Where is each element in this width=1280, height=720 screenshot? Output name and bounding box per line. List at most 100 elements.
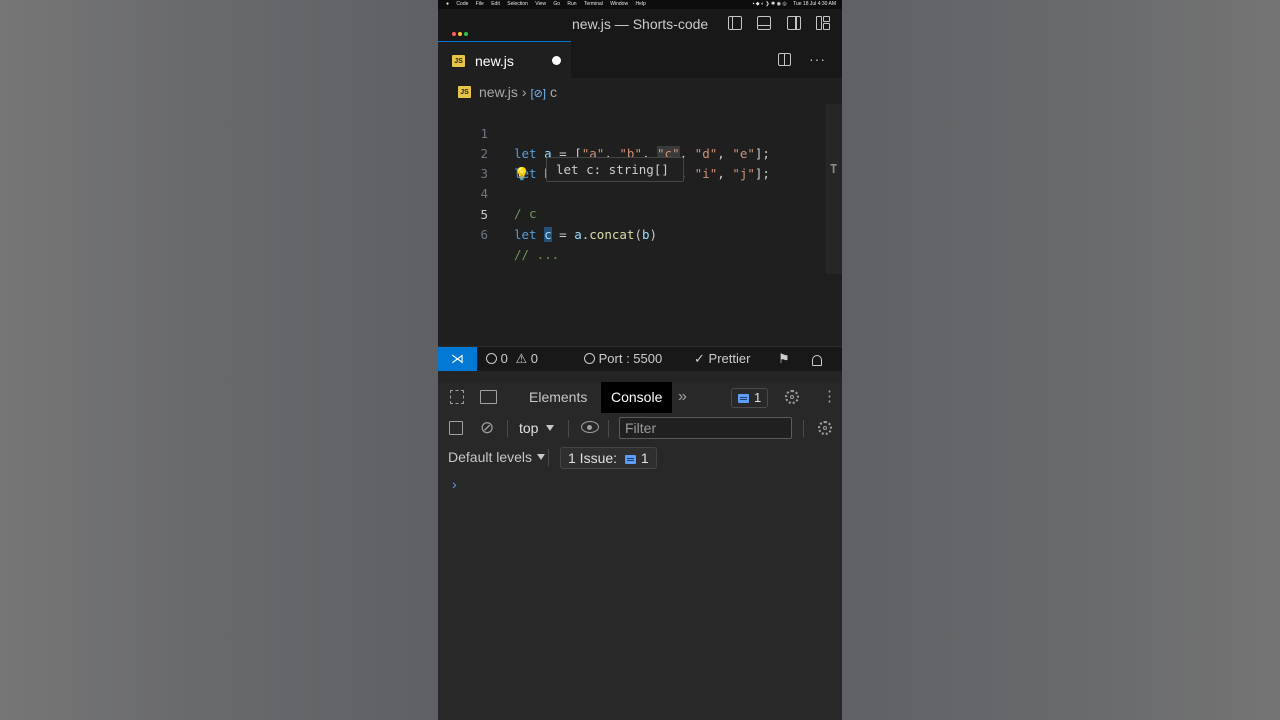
- log-levels-dropdown[interactable]: Default levels: [448, 449, 546, 465]
- tab-elements[interactable]: Elements: [519, 382, 597, 413]
- toggle-panel-icon[interactable]: [757, 16, 772, 30]
- code-text[interactable]: let c = a.concat(b): [514, 225, 657, 245]
- menu-run[interactable]: Run: [567, 0, 576, 9]
- js-file-icon: JS: [452, 55, 465, 67]
- kebab-menu-icon[interactable]: ⋮: [822, 389, 837, 404]
- menubar-status-area: ▪ ◆ ◐ ❯ ✱ ◉ ◎ Tue 18 Jul 4:30 AM: [748, 0, 836, 9]
- background-right: [842, 0, 1280, 720]
- menu-edit[interactable]: Edit: [491, 0, 500, 9]
- live-expression-eye-icon[interactable]: [581, 421, 599, 433]
- remote-indicator-icon[interactable]: ⋊: [438, 347, 477, 371]
- console-toolbar: ⊘ top Filter: [438, 413, 842, 443]
- overview-ruler[interactable]: [826, 104, 842, 274]
- settings-gear-icon[interactable]: [785, 390, 799, 407]
- menu-file[interactable]: File: [476, 0, 484, 9]
- bell-icon[interactable]: [812, 353, 822, 368]
- issue-icon: [738, 394, 749, 403]
- issue-icon: [624, 455, 636, 464]
- close-window-button[interactable]: [452, 32, 456, 36]
- disabled-icon: [584, 353, 595, 364]
- code-line[interactable]: 1 let a = ["a", "b", "c", "d", "e"];: [438, 104, 828, 161]
- tab-console[interactable]: Console: [601, 382, 673, 413]
- editor-actions: ···: [778, 52, 826, 68]
- issues-button[interactable]: 1 Issue: 1: [560, 447, 657, 469]
- issues-badge[interactable]: 1: [731, 388, 769, 408]
- feedback-icon[interactable]: ⚑: [778, 351, 790, 367]
- code-line[interactable]: 2 let b = ["f", "g", "h", "i", "j"];: [438, 124, 828, 181]
- maximize-window-button[interactable]: [464, 32, 468, 36]
- device-toolbar-icon[interactable]: [480, 390, 497, 404]
- line-number: 6: [480, 227, 488, 242]
- window-title: new.js — Shorts-code: [572, 16, 709, 32]
- menu-code[interactable]: Code: [456, 0, 468, 9]
- breadcrumb: JS new.js › [⊘] c: [458, 84, 557, 102]
- title-bar: new.js — Shorts-code: [438, 9, 842, 42]
- console-levels-bar: Default levels 1 Issue: 1: [438, 443, 842, 473]
- toolbar-divider: [507, 420, 508, 437]
- inspect-element-icon[interactable]: [450, 390, 464, 404]
- code-text[interactable]: // ...: [514, 245, 559, 265]
- warning-icon: ⚠: [515, 351, 528, 366]
- layout-controls: [717, 16, 830, 34]
- issues-button-count: 1: [640, 450, 649, 466]
- code-editor[interactable]: 1 let a = ["a", "b", "c", "d", "e"]; 2 l…: [438, 104, 842, 344]
- chevron-right-icon: ›: [521, 84, 527, 100]
- error-icon: [486, 353, 497, 364]
- issues-button-label: 1 Issue:: [568, 450, 618, 466]
- tab-label: new.js: [475, 53, 514, 69]
- breadcrumb-file[interactable]: new.js: [479, 84, 518, 100]
- split-editor-icon[interactable]: [778, 53, 792, 66]
- editor-tab-bar: JS new.js ···: [438, 41, 842, 78]
- more-actions-icon[interactable]: ···: [809, 52, 826, 66]
- window-controls: [452, 23, 470, 41]
- console-filter-input[interactable]: Filter: [619, 417, 792, 439]
- minimap-marker: T: [830, 162, 838, 176]
- menu-terminal[interactable]: Terminal: [584, 0, 603, 9]
- menu-help[interactable]: Help: [635, 0, 645, 9]
- context-selector[interactable]: top: [519, 420, 555, 436]
- toggle-primary-sidebar-icon[interactable]: [727, 16, 742, 30]
- tab-new-js[interactable]: JS new.js: [438, 41, 571, 78]
- status-bar: ⋊ 0 ⚠ 0 Port : 5500 ✓ Prettier ⚑: [438, 346, 842, 371]
- code-line[interactable]: 6 // ...: [438, 205, 828, 262]
- clear-console-icon[interactable]: ⊘: [480, 418, 494, 438]
- devtools-window-bar: [438, 371, 842, 387]
- more-tabs-icon[interactable]: »: [678, 388, 687, 406]
- live-server-port[interactable]: Port : 5500: [584, 351, 662, 366]
- menu-window[interactable]: Window: [610, 0, 628, 9]
- toolbar-divider: [803, 420, 804, 437]
- breadcrumb-symbol[interactable]: c: [550, 84, 557, 100]
- devtools-tab-bar: Elements Console » 1 ⋮: [438, 382, 842, 414]
- prettier-label: Prettier: [708, 351, 751, 366]
- status-icons[interactable]: ▪ ◆ ◐ ❯ ✱ ◉ ◎: [753, 1, 787, 7]
- js-file-icon: JS: [458, 86, 471, 99]
- hover-tooltip: let c: string[]: [546, 157, 684, 182]
- toggle-secondary-sidebar-icon[interactable]: [786, 16, 801, 30]
- check-icon: ✓: [694, 351, 705, 366]
- toolbar-divider: [608, 420, 609, 437]
- prettier-status[interactable]: ✓ Prettier: [694, 351, 750, 367]
- sidebar-toggle-icon[interactable]: [449, 421, 463, 435]
- context-value: top: [519, 420, 539, 436]
- unsaved-indicator-icon[interactable]: [552, 56, 561, 65]
- customize-layout-icon[interactable]: [816, 16, 830, 30]
- problems-indicator[interactable]: 0 ⚠ 0: [486, 351, 538, 367]
- log-levels-label: Default levels: [448, 449, 533, 465]
- console-prompt-chevron-icon[interactable]: ›: [452, 476, 457, 492]
- port-label: Port : 5500: [598, 351, 663, 366]
- dropdown-caret-icon: [546, 425, 555, 431]
- console-settings-gear-icon[interactable]: [818, 421, 832, 438]
- menu-go[interactable]: Go: [553, 0, 560, 9]
- apple-icon[interactable]: ●: [446, 0, 449, 9]
- error-count: 0: [500, 351, 508, 366]
- dropdown-caret-icon: [537, 454, 546, 460]
- code-line[interactable]: 5 let c = a.concat(b): [438, 185, 828, 242]
- lightbulb-icon[interactable]: 💡: [514, 164, 530, 184]
- minimize-window-button[interactable]: [458, 32, 462, 36]
- app-frame: ● Code File Edit Selection View Go Run T…: [438, 0, 842, 720]
- menu-view[interactable]: View: [535, 0, 546, 9]
- menu-selection[interactable]: Selection: [507, 0, 528, 9]
- menubar-datetime[interactable]: Tue 18 Jul 4:30 AM: [793, 1, 836, 7]
- console-output[interactable]: ›: [438, 472, 842, 720]
- hover-text: let c: string[]: [556, 162, 669, 177]
